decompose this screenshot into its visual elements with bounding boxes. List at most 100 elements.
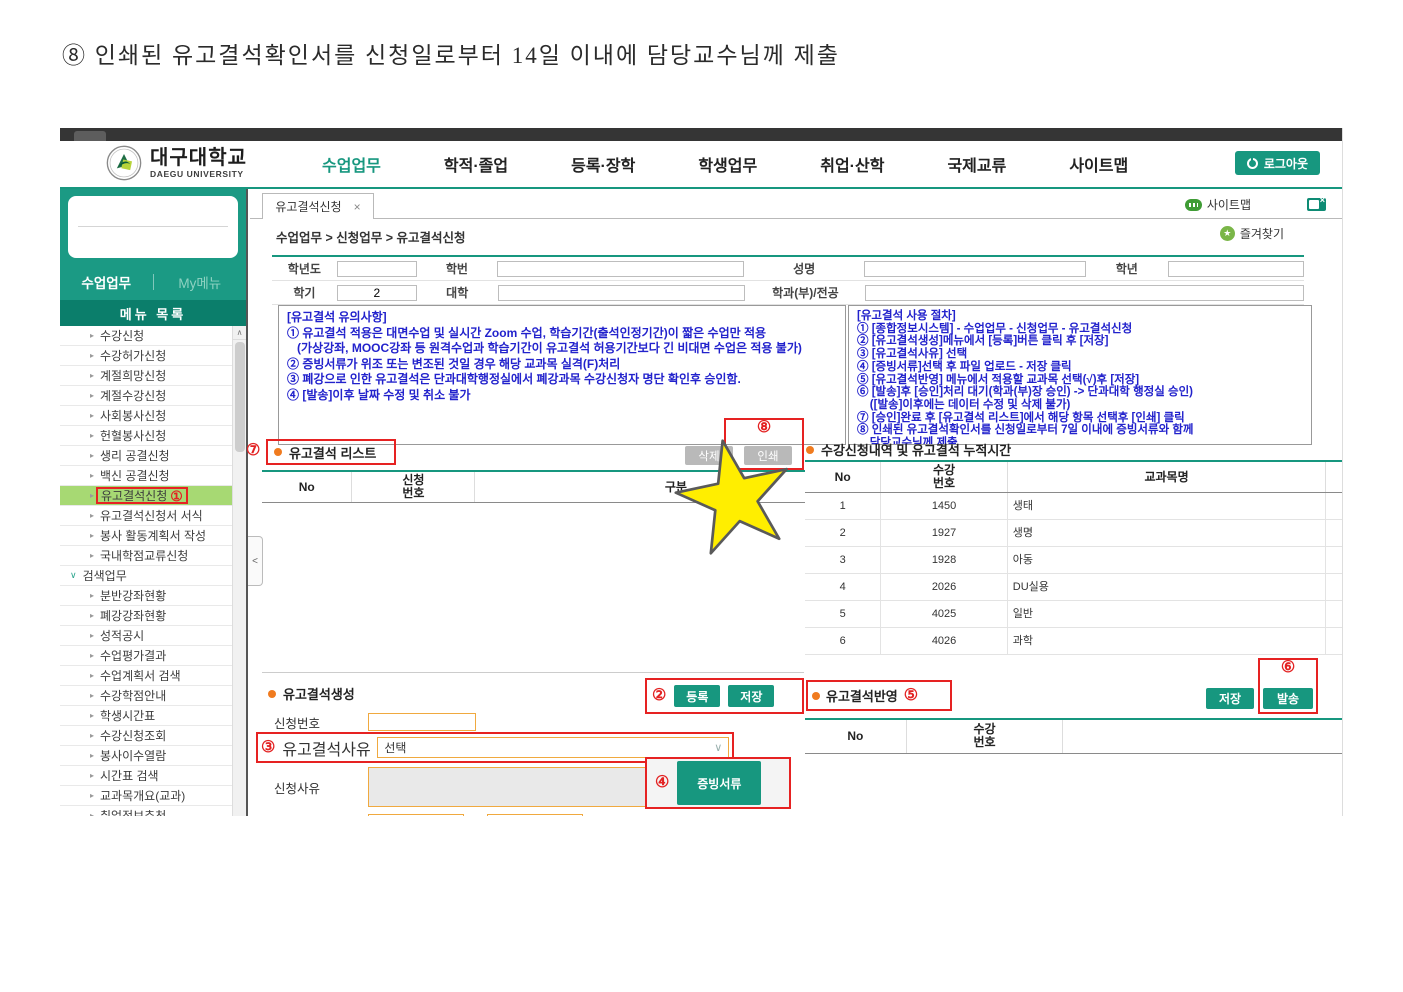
nav-employment-industry[interactable]: 취업·산학 bbox=[820, 152, 884, 176]
triangle-icon: ▸ bbox=[90, 391, 94, 400]
sidebar-item-blood-service[interactable]: ▸헌혈봉사신청 bbox=[60, 426, 232, 446]
table-row[interactable]: 11450생태33000월(15:00~16:15) 월(16:30~17:45… bbox=[805, 493, 1343, 520]
triangle-icon: ▸ bbox=[90, 751, 94, 760]
main-nav: 수업업무 학적·졸업 등록·장학 학생업무 취업·산학 국제교류 사이트맵 bbox=[322, 141, 1128, 187]
sidebar-item-section-status[interactable]: ▸분반강좌현황 bbox=[60, 586, 232, 606]
sidebar-item-absence-form[interactable]: ▸유고결석신청서 서식 bbox=[60, 506, 232, 526]
sidebar-item-course-reg[interactable]: ▸수강신청 bbox=[60, 326, 232, 346]
triangle-icon: ▸ bbox=[90, 611, 94, 620]
period-start-input[interactable] bbox=[368, 814, 464, 816]
nav-sitemap[interactable]: 사이트맵 bbox=[1069, 152, 1128, 176]
sidebar-item-menstrual-absence[interactable]: ▸생리 공결신청 bbox=[60, 446, 232, 466]
sidebar-item-absence-application[interactable]: ▸유고결석신청① bbox=[60, 486, 232, 506]
window-icon[interactable] bbox=[1307, 198, 1326, 211]
notice-procedure: [유고결석 사용 절차] ① [종합정보시스템] - 수업업무 - 신청업무 -… bbox=[848, 305, 1312, 445]
evidence-docs-button[interactable]: 증빙서류 bbox=[677, 761, 761, 805]
logout-button[interactable]: 로그아웃 bbox=[1235, 151, 1320, 175]
triangle-icon: ▸ bbox=[90, 791, 94, 800]
triangle-icon: ▸ bbox=[90, 511, 94, 520]
sidebar-item-clipped[interactable]: ▸취업정보추천 bbox=[60, 806, 232, 816]
sidebar-item-vaccine-absence[interactable]: ▸백신 공결신청 bbox=[60, 466, 232, 486]
grade-input[interactable] bbox=[1168, 261, 1304, 277]
reflection-save-button[interactable]: 저장 bbox=[1206, 688, 1254, 709]
sitemap-shortcut[interactable]: 사이트맵 bbox=[1185, 196, 1251, 213]
triangle-icon: ▸ bbox=[90, 431, 94, 440]
table-row[interactable]: 42026DU실용22000화(15:00~15:50) 목(14:00~14:… bbox=[805, 574, 1343, 601]
sidebar-item-service-record[interactable]: ▸봉사이수열람 bbox=[60, 746, 232, 766]
application-no-input[interactable] bbox=[368, 713, 476, 731]
sidebar-item-seasonal-hope[interactable]: ▸계절희망신청 bbox=[60, 366, 232, 386]
table-row[interactable]: 31928아동33000월(12:00~13:15) 수(12:00~13:15… bbox=[805, 547, 1343, 574]
name-input[interactable] bbox=[864, 261, 1086, 277]
year-input[interactable] bbox=[337, 261, 417, 277]
scrollbar-thumb[interactable] bbox=[235, 342, 245, 452]
close-icon[interactable]: × bbox=[354, 200, 361, 214]
table-row[interactable]: 64026과학33000금(09:00~10:15) 금(10:30~11:45… bbox=[805, 628, 1343, 655]
college-input[interactable] bbox=[498, 285, 746, 301]
studentno-input[interactable] bbox=[497, 261, 744, 277]
register-button[interactable]: 등록 bbox=[674, 685, 720, 707]
term-input[interactable] bbox=[337, 285, 417, 301]
sidebar-item-course-outline[interactable]: ▸교과목개요(교과) bbox=[60, 786, 232, 806]
sidebar-tab-class-affairs[interactable]: 수업업무 bbox=[60, 272, 153, 292]
send-button[interactable]: 발송 bbox=[1263, 688, 1313, 709]
absence-reason-select[interactable]: 선택 ∨ bbox=[377, 737, 729, 758]
triangle-icon: ▸ bbox=[90, 811, 94, 816]
table-row[interactable]: 54025일반33000월(10:30~11:45) 수(09:00~10:15… bbox=[805, 601, 1343, 628]
period-label: 인정기간 bbox=[268, 814, 368, 817]
annotation-badge-8: ⑧ bbox=[724, 420, 804, 436]
reflection-title: 유고결석반영 bbox=[826, 686, 898, 705]
triangle-icon: ▸ bbox=[90, 551, 94, 560]
creation-save-button[interactable]: 저장 bbox=[728, 685, 774, 707]
sidebar-item-domestic-credit[interactable]: ▸국내학점교류신청 bbox=[60, 546, 232, 566]
triangle-icon: ▸ bbox=[90, 671, 94, 680]
delete-button[interactable]: 삭제 bbox=[685, 446, 733, 465]
enrollment-title-row: 수강신청내역 및 유고결석 누적시간 bbox=[806, 440, 1011, 459]
sidebar-item-credit-guide[interactable]: ▸수강학점안내 bbox=[60, 686, 232, 706]
annotation-box-5: 유고결석반영 ⑤ bbox=[806, 680, 952, 711]
triangle-icon: ▸ bbox=[90, 371, 94, 380]
sidebar-item-grade-notice[interactable]: ▸성적공시 bbox=[60, 626, 232, 646]
app-window: 대구대학교 DAEGU UNIVERSITY 수업업무 학적·졸업 등록·장학 … bbox=[60, 128, 1343, 816]
period-end-input[interactable] bbox=[487, 814, 583, 816]
application-no-label: 신청번호 bbox=[268, 713, 368, 732]
sidebar-tab-mymenu[interactable]: My메뉴 bbox=[154, 272, 247, 292]
triangle-icon: ▸ bbox=[90, 711, 94, 720]
nav-class-affairs[interactable]: 수업업무 bbox=[322, 152, 381, 176]
sidebar-item-closed-courses[interactable]: ▸폐강강좌현황 bbox=[60, 606, 232, 626]
sidebar-item-syllabus-search[interactable]: ▸수업계획서 검색 bbox=[60, 666, 232, 686]
breadcrumb: 수업업무 > 신청업무 > 유고결석신청 bbox=[276, 227, 466, 246]
column-header: 수강 번호 bbox=[881, 461, 1007, 493]
sidebar-item-timetable-search[interactable]: ▸시간표 검색 bbox=[60, 766, 232, 786]
sidebar-scrollbar[interactable]: ∧ bbox=[232, 326, 246, 816]
major-input[interactable] bbox=[865, 285, 1304, 301]
college-label: 대학 bbox=[417, 284, 498, 301]
triangle-icon: ▸ bbox=[90, 531, 94, 540]
tab-absence-application[interactable]: 유고결석신청 × bbox=[262, 193, 374, 219]
nav-student-affairs[interactable]: 학생업무 bbox=[698, 152, 757, 176]
sidebar-item-seasonal-reg[interactable]: ▸계절수강신청 bbox=[60, 386, 232, 406]
year-label: 학년도 bbox=[272, 260, 337, 277]
column-header: 수강 번호 bbox=[906, 719, 1063, 753]
sidebar-item-student-timetable[interactable]: ▸학생시간표 bbox=[60, 706, 232, 726]
triangle-icon: ▸ bbox=[90, 771, 94, 780]
table-row[interactable]: 21927생명33000화(13:30~14:45) 목(15:00~16:15… bbox=[805, 520, 1343, 547]
triangle-icon: ▸ bbox=[90, 731, 94, 740]
sidebar-item-course-permit[interactable]: ▸수강허가신청 bbox=[60, 346, 232, 366]
nav-registration-scholarship[interactable]: 등록·장학 bbox=[571, 152, 635, 176]
reflection-table: No 수강 번호 교과목명 인정 시간 ✔ bbox=[805, 718, 1343, 754]
sidebar-item-registration-lookup[interactable]: ▸수강신청조회 bbox=[60, 726, 232, 746]
sidebar-item-social-service[interactable]: ▸사회봉사신청 bbox=[60, 406, 232, 426]
print-button[interactable]: 인쇄 bbox=[744, 446, 792, 465]
scroll-up-icon[interactable]: ∧ bbox=[233, 326, 246, 340]
nav-records-graduation[interactable]: 학적·졸업 bbox=[444, 152, 508, 176]
nav-international[interactable]: 국제교류 bbox=[947, 152, 1006, 176]
favorite-button[interactable]: ★ 즐겨찾기 bbox=[1220, 225, 1284, 242]
sidebar-collapse-handle[interactable]: < bbox=[248, 536, 263, 586]
annotation-badge-4: ④ bbox=[655, 775, 669, 791]
sidebar-item-service-plan[interactable]: ▸봉사 활동계획서 작성 bbox=[60, 526, 232, 546]
sidebar-item-evaluation-results[interactable]: ▸수업평가결과 bbox=[60, 646, 232, 666]
menu-list: ▸수강신청 ▸수강허가신청 ▸계절희망신청 ▸계절수강신청 ▸사회봉사신청 ▸헌… bbox=[60, 326, 232, 816]
sidebar-group-search[interactable]: ∨검색업무 bbox=[60, 566, 232, 586]
annotation-badge-6: ⑥ bbox=[1258, 660, 1318, 676]
